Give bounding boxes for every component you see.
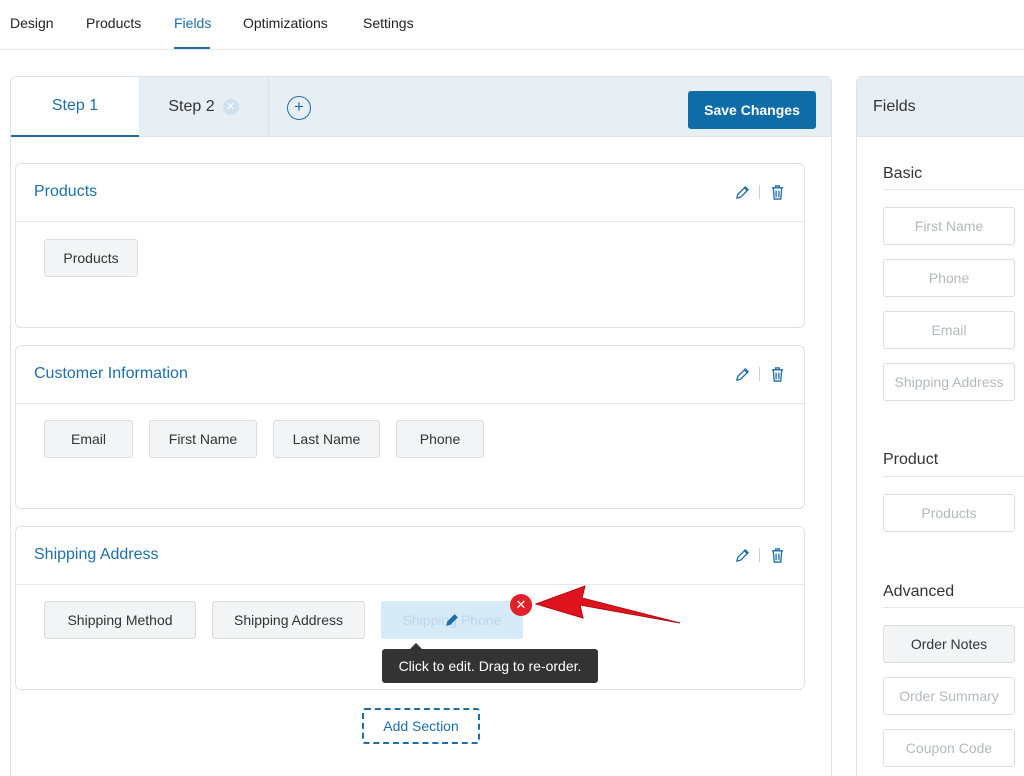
save-changes-button[interactable]: Save Changes — [688, 91, 816, 129]
divider — [883, 607, 1024, 608]
divider — [883, 189, 1024, 190]
field-item-first-name[interactable]: First Name — [883, 207, 1015, 245]
tab-optimizations[interactable]: Optimizations — [243, 15, 328, 31]
pencil-icon[interactable] — [733, 182, 751, 202]
active-tab-underline — [174, 47, 210, 49]
field-chip-products[interactable]: Products — [44, 239, 138, 277]
section-header: Shipping Address — [16, 527, 804, 585]
remove-step-icon[interactable]: ✕ — [222, 99, 239, 115]
pencil-icon[interactable] — [445, 613, 459, 632]
pencil-icon[interactable] — [733, 364, 751, 384]
add-section-button[interactable]: Add Section — [362, 708, 480, 744]
field-item-email[interactable]: Email — [883, 311, 1015, 349]
tab-fields[interactable]: Fields — [174, 15, 211, 31]
section-title: Customer Information — [34, 365, 188, 382]
remove-field-icon[interactable]: ✕ — [510, 594, 532, 616]
section-title: Shipping Address — [34, 546, 159, 563]
step-1-label: Step 1 — [51, 97, 99, 114]
step-bar: Step 1 Step 2 ✕ + Save Changes — [11, 77, 831, 137]
divider — [759, 367, 760, 381]
fields-panel-title: Fields — [873, 98, 916, 115]
tooltip: Click to edit. Drag to re-order. — [382, 649, 598, 683]
pencil-icon[interactable] — [733, 545, 751, 565]
section-header: Products — [16, 164, 804, 222]
field-chip-first-name[interactable]: First Name — [149, 420, 257, 458]
field-item-phone[interactable]: Phone — [883, 259, 1015, 297]
tab-settings[interactable]: Settings — [363, 15, 414, 31]
fields-panel: Fields Basic First Name Phone Email Ship… — [856, 76, 1024, 776]
trash-icon[interactable] — [768, 364, 786, 384]
field-item-coupon-code[interactable]: Coupon Code — [883, 729, 1015, 767]
section-actions — [733, 182, 786, 202]
group-title-advanced: Advanced — [883, 583, 955, 600]
annotation-arrow — [534, 585, 681, 624]
field-item-order-notes[interactable]: Order Notes — [883, 625, 1015, 663]
add-step-icon[interactable]: + — [287, 96, 311, 120]
divider — [759, 548, 760, 562]
section-actions — [733, 364, 786, 384]
field-item-products[interactable]: Products — [883, 494, 1015, 532]
step-2-tab[interactable]: Step 2 ✕ — [139, 77, 269, 137]
field-chip-email[interactable]: Email — [44, 420, 133, 458]
divider — [883, 476, 1024, 477]
step-1-tab[interactable]: Step 1 — [11, 77, 139, 137]
trash-icon[interactable] — [768, 545, 786, 565]
field-chip-phone[interactable]: Phone — [396, 420, 484, 458]
trash-icon[interactable] — [768, 182, 786, 202]
section-header: Customer Information — [16, 346, 804, 404]
section-actions — [733, 545, 786, 565]
field-item-shipping-address[interactable]: Shipping Address — [883, 363, 1015, 401]
tab-design[interactable]: Design — [10, 15, 54, 31]
field-chip-last-name[interactable]: Last Name — [273, 420, 380, 458]
group-title-basic: Basic — [883, 165, 923, 182]
field-chip-shipping-method[interactable]: Shipping Method — [44, 601, 196, 639]
group-title-product: Product — [883, 451, 939, 468]
divider — [759, 185, 760, 199]
step-2-label: Step 2 — [168, 98, 215, 115]
field-item-order-summary[interactable]: Order Summary — [883, 677, 1015, 715]
top-navigation: Design Products Fields Optimizations Set… — [0, 0, 1024, 50]
field-chip-shipping-address[interactable]: Shipping Address — [212, 601, 365, 639]
section-title: Products — [34, 183, 98, 200]
tab-products[interactable]: Products — [86, 15, 141, 31]
